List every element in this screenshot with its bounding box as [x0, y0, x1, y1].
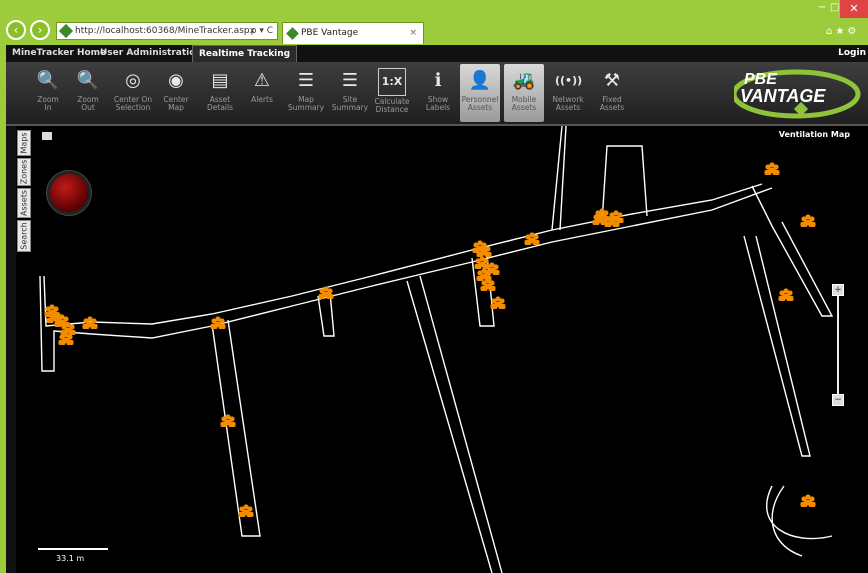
scale-bar: 33.1 m [38, 540, 114, 570]
side-tab-assets[interactable]: Assets [17, 188, 31, 218]
side-tab-maps[interactable]: Maps [17, 130, 31, 156]
login-link[interactable]: Login [838, 45, 866, 62]
url-text: http://localhost:60368/MineTracker.aspx [75, 26, 255, 36]
mobile-assets-toggle[interactable]: 🚜 Mobile Assets [504, 64, 544, 122]
browser-toolbar-icons[interactable]: ⌂★⚙ [826, 26, 859, 37]
site-icon [58, 23, 74, 39]
fixed-assets-toggle[interactable]: ⚒ Fixed Assets [592, 64, 632, 122]
alarm-indicator [50, 174, 88, 212]
personnel-marker[interactable] [220, 414, 236, 427]
ruler-icon: 1:X [378, 68, 406, 96]
tunnel-path [39, 187, 773, 372]
zoom-in-button[interactable]: 🔍 Zoom In [28, 64, 68, 122]
tab-close-icon[interactable]: × [409, 23, 417, 43]
tunnel-path [43, 183, 763, 327]
side-tab-search[interactable]: Search [17, 220, 31, 252]
zoom-out-icon: 🔍 [76, 70, 100, 91]
minimize-button[interactable]: − [818, 2, 826, 13]
tunnel-path [406, 275, 503, 573]
zoom-in-icon: 🔍 [36, 70, 60, 91]
side-tab-strip: Maps Zones Assets Search [16, 126, 32, 573]
center-map-icon: ◉ [168, 70, 184, 91]
zoom-slider-plus[interactable]: + [832, 284, 844, 296]
personnel-marker[interactable] [490, 296, 506, 309]
site-summary-icon: ☰ [341, 70, 359, 91]
asset-details-button[interactable]: ▤ Asset Details [200, 64, 240, 122]
map-summary-icon: ☰ [297, 70, 315, 91]
zoom-slider-minus[interactable]: − [832, 394, 844, 406]
forward-button[interactable]: › [30, 20, 50, 40]
person-icon: 👤 [468, 70, 492, 91]
zoom-out-button[interactable]: 🔍 Zoom Out [68, 64, 108, 122]
mine-map[interactable]: Ventilation Map 33.1 m + − [32, 126, 868, 573]
back-button[interactable]: ‹ [6, 20, 26, 40]
personnel-marker[interactable] [210, 316, 226, 329]
calculate-distance-button[interactable]: 1:X Calculate Distance [372, 64, 412, 122]
address-controls[interactable]: ρ ▾ C [251, 23, 273, 39]
sound-icon[interactable] [42, 132, 52, 140]
site-summary-button[interactable]: ☰ Site Summary [330, 64, 370, 122]
drill-icon: ⚒ [603, 70, 621, 91]
personnel-marker[interactable] [238, 504, 254, 517]
info-icon: ℹ [434, 70, 442, 91]
target-icon: ◎ [125, 70, 141, 91]
left-frame [6, 126, 16, 573]
zoom-track[interactable] [837, 296, 839, 396]
tunnel-path [211, 319, 261, 537]
alerts-button[interactable]: ⚠ Alerts [242, 64, 282, 122]
close-button[interactable]: ✕ [840, 0, 868, 18]
tunnel-path [551, 126, 567, 231]
pbe-vantage-logo: PBE VANTAGE [734, 69, 861, 119]
logo-text-bottom: VANTAGE [740, 86, 826, 106]
personnel-assets-toggle[interactable]: 👤 Personnel Assets [460, 64, 500, 122]
details-icon: ▤ [211, 70, 229, 91]
browser-tab[interactable]: PBE Vantage × [282, 22, 424, 44]
vehicle-icon: 🚜 [512, 70, 536, 91]
personnel-marker[interactable] [82, 316, 98, 329]
tunnel-network [39, 126, 834, 573]
browser-chrome: ‹ › http://localhost:60368/MineTracker.a… [0, 0, 868, 44]
center-on-selection-button[interactable]: ◎ Center On Selection [110, 64, 156, 122]
personnel-marker[interactable] [800, 494, 816, 507]
center-map-button[interactable]: ◉ Center Map [156, 64, 196, 122]
personnel-marker[interactable] [764, 162, 780, 175]
scale-label: 33.1 m [56, 554, 85, 563]
personnel-marker[interactable] [800, 214, 816, 227]
tab-user-administration[interactable]: User Administration [94, 45, 208, 62]
tunnel-path [601, 145, 648, 223]
tunnel-path [766, 485, 833, 557]
maximize-button[interactable]: □ [830, 2, 839, 13]
scale-line [38, 548, 108, 550]
toolbar: 🔍 Zoom In 🔍 Zoom Out ◎ Center On Selecti… [6, 62, 868, 126]
app-tab-bar: MineTracker Home User Administration Rea… [6, 45, 868, 62]
antenna-icon: ((•)) [555, 74, 583, 87]
show-labels-button[interactable]: ℹ Show Labels [418, 64, 458, 122]
zoom-slider[interactable]: + − [832, 284, 846, 414]
alert-icon: ⚠ [253, 70, 271, 91]
tab-realtime-tracking[interactable]: Realtime Tracking [192, 45, 298, 62]
tab-title: PBE Vantage [301, 28, 359, 38]
address-bar[interactable]: http://localhost:60368/MineTracker.aspx … [56, 22, 278, 40]
network-assets-toggle[interactable]: ((•)) Network Assets [548, 64, 588, 122]
side-tab-zones[interactable]: Zones [17, 158, 31, 186]
tunnel-path [743, 235, 811, 457]
map-summary-button[interactable]: ☰ Map Summary [286, 64, 326, 122]
map-title: Ventilation Map [778, 130, 850, 139]
personnel-marker[interactable] [778, 288, 794, 301]
tab-favicon-icon [286, 27, 299, 40]
